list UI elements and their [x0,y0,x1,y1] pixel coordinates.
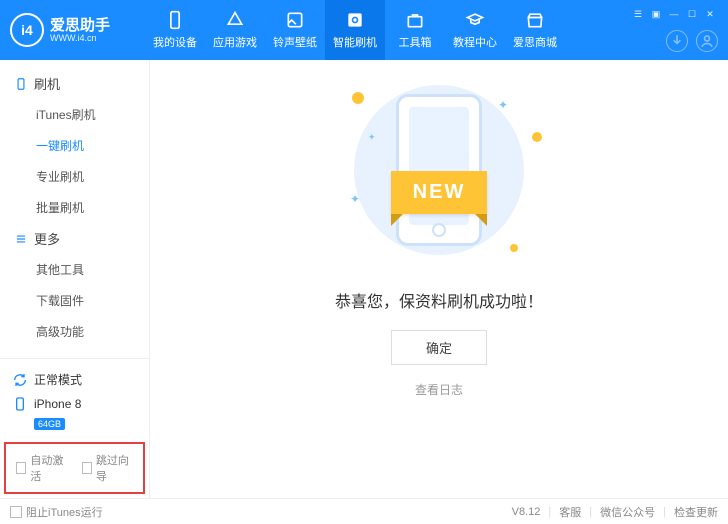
user-button[interactable] [696,30,718,52]
minimize-icon[interactable]: — [668,9,680,20]
nav-my-device[interactable]: 我的设备 [145,0,205,60]
graduation-icon [465,10,485,30]
device-mode[interactable]: 正常模式 [12,367,137,392]
logo-subtitle: WWW.i4.cn [50,33,110,43]
model-label: iPhone 8 [34,397,81,411]
phone-icon [12,396,28,412]
mode-label: 正常模式 [34,371,82,388]
nav-shop[interactable]: 爱思商城 [505,0,565,60]
device-model[interactable]: iPhone 8 [12,392,137,416]
sidebar-item-download-firmware[interactable]: 下载固件 [0,285,149,316]
phone-icon [14,77,28,91]
block-itunes-checkbox[interactable]: 阻止iTunes运行 [10,504,103,520]
logo-mark: i4 [10,13,44,47]
nav-label: 应用游戏 [213,34,257,50]
version-label: V8.12 [512,506,541,518]
section-title: 刷机 [34,74,60,93]
app-header: i4 爱思助手 WWW.i4.cn 我的设备 应用游戏 铃声壁纸 智能刷机 工具… [0,0,728,60]
device-panel: 正常模式 iPhone 8 64GB [0,359,149,438]
nav-toolbox[interactable]: 工具箱 [385,0,445,60]
view-log-link[interactable]: 查看日志 [415,381,463,398]
nav-tutorials[interactable]: 教程中心 [445,0,505,60]
checkbox-label: 阻止iTunes运行 [26,504,103,520]
sidebar-item-batch-flash[interactable]: 批量刷机 [0,192,149,223]
sync-icon [12,372,28,388]
options-box: 自动激活 跳过向导 [4,442,145,494]
briefcase-icon [405,10,425,30]
check-update-link[interactable]: 检查更新 [674,504,718,520]
sidebar-item-itunes-flash[interactable]: iTunes刷机 [0,99,149,130]
shop-icon [525,10,545,30]
list-icon [14,232,28,246]
auto-activate-checkbox[interactable]: 自动激活 [16,452,68,484]
nav-label: 爱思商城 [513,34,557,50]
support-link[interactable]: 客服 [559,504,581,520]
nav-label: 智能刷机 [333,34,377,50]
content-area: ✦ ✦ ✦ NEW 恭喜您，保资料刷机成功啦！ 确定 查看日志 [150,60,728,498]
top-nav: 我的设备 应用游戏 铃声壁纸 智能刷机 工具箱 教程中心 爱思商城 [145,0,632,60]
sidebar: 刷机 iTunes刷机 一键刷机 专业刷机 批量刷机 更多 其他工具 下载固件 … [0,60,150,498]
storage-badge: 64GB [34,418,65,430]
new-banner: NEW [391,171,488,214]
refresh-icon [345,10,365,30]
download-button[interactable] [666,30,688,52]
phone-icon [165,10,185,30]
ok-button[interactable]: 确定 [391,330,487,365]
window-controls: ☰ ▣ — ☐ ✕ [632,9,716,20]
sidebar-section-more: 更多 [0,223,149,254]
wechat-link[interactable]: 微信公众号 [600,504,655,520]
maximize-icon[interactable]: ☐ [686,9,698,20]
statusbar: 阻止iTunes运行 V8.12 | 客服 | 微信公众号 | 检查更新 [0,498,728,524]
nav-label: 工具箱 [399,34,432,50]
success-illustration: ✦ ✦ ✦ NEW [324,80,554,260]
sidebar-item-advanced[interactable]: 高级功能 [0,316,149,347]
nav-label: 我的设备 [153,34,197,50]
skip-guide-checkbox[interactable]: 跳过向导 [82,452,134,484]
checkbox-label: 跳过向导 [96,452,133,484]
sidebar-item-pro-flash[interactable]: 专业刷机 [0,161,149,192]
sidebar-item-oneclick-flash[interactable]: 一键刷机 [0,130,149,161]
image-icon [285,10,305,30]
nav-flash[interactable]: 智能刷机 [325,0,385,60]
logo: i4 爱思助手 WWW.i4.cn [10,13,145,47]
success-message: 恭喜您，保资料刷机成功啦！ [335,288,543,312]
skin-icon[interactable]: ▣ [650,9,662,20]
checkbox-label: 自动激活 [30,452,67,484]
nav-label: 教程中心 [453,34,497,50]
close-icon[interactable]: ✕ [704,9,716,20]
sidebar-section-flash: 刷机 [0,68,149,99]
logo-title: 爱思助手 [50,18,110,33]
apps-icon [225,10,245,30]
menu-icon[interactable]: ☰ [632,9,644,20]
sidebar-item-other-tools[interactable]: 其他工具 [0,254,149,285]
nav-ringtones[interactable]: 铃声壁纸 [265,0,325,60]
nav-label: 铃声壁纸 [273,34,317,50]
section-title: 更多 [34,229,60,248]
nav-apps[interactable]: 应用游戏 [205,0,265,60]
